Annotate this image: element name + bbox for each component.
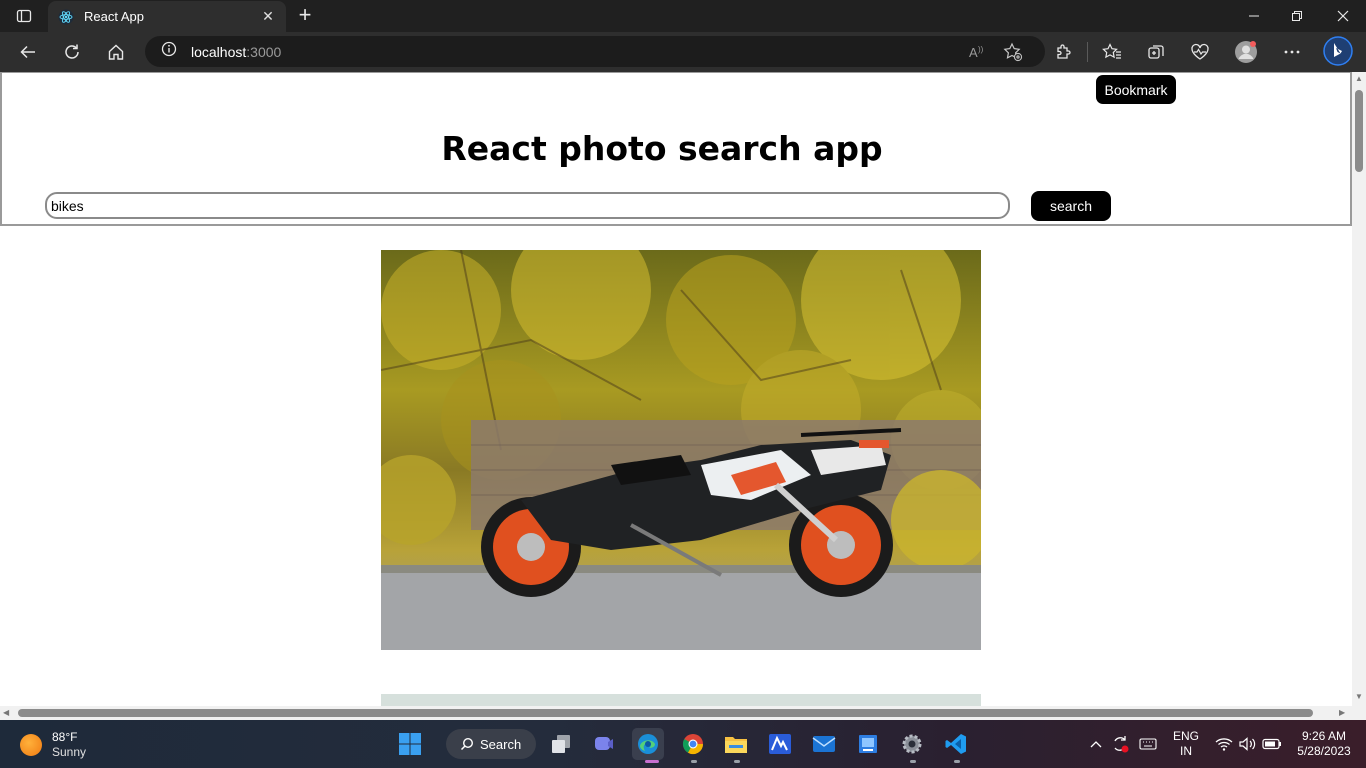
edge-icon[interactable] (632, 728, 664, 760)
horizontal-scrollbar[interactable]: ◀ ▶ (0, 706, 1352, 720)
more-options-icon[interactable] (1280, 40, 1304, 64)
close-window-icon[interactable] (1320, 0, 1366, 32)
bing-copilot-icon[interactable] (1322, 35, 1354, 67)
search-button[interactable]: search (1031, 191, 1111, 221)
explorer-running-indicator (734, 760, 740, 763)
site-info-icon[interactable] (161, 41, 177, 62)
photo-result-bike (381, 250, 981, 650)
clock-date: 5/28/2023 (1297, 744, 1351, 758)
home-icon[interactable] (100, 36, 132, 68)
new-tab-icon[interactable]: + (292, 4, 318, 28)
url-port: :3000 (246, 43, 282, 60)
store-icon[interactable] (852, 728, 884, 760)
browser-title-bar: React App ✕ + (0, 0, 1366, 32)
sun-icon (20, 734, 42, 756)
horizontal-scroll-thumb[interactable] (18, 709, 1313, 717)
scroll-right-icon[interactable]: ▶ (1339, 708, 1345, 717)
app-icon-m[interactable] (764, 728, 796, 760)
bookmark-tooltip: Bookmark (1096, 75, 1176, 104)
vscode-icon[interactable] (940, 728, 972, 760)
tab-title: React App (84, 9, 144, 24)
chrome-icon[interactable] (677, 728, 709, 760)
tab-close-icon[interactable]: ✕ (258, 8, 278, 25)
language-indicator[interactable]: ENG IN (1166, 729, 1206, 759)
weather-temp: 88°F (52, 730, 78, 744)
tab-actions-icon[interactable] (8, 4, 40, 28)
collections-icon[interactable] (1144, 40, 1168, 64)
vscode-running-indicator (954, 760, 960, 763)
scroll-down-icon[interactable]: ▼ (1355, 692, 1363, 701)
chrome-running-indicator (691, 760, 697, 763)
minimize-icon[interactable] (1231, 0, 1277, 32)
url-host: localhost (191, 43, 247, 60)
svg-text:A: A (969, 45, 978, 60)
taskbar-search-button[interactable]: Search (446, 729, 536, 759)
windows-taskbar: 88°F Sunny Search ENG IN 9:26 AM 5/28/20… (0, 720, 1366, 768)
toolbar-divider (1087, 42, 1088, 62)
start-icon[interactable] (394, 728, 426, 760)
web-page: React photo search app search (0, 72, 1352, 706)
taskbar-search-label: Search (480, 736, 522, 752)
back-icon[interactable] (12, 36, 44, 68)
svg-text:)): )) (978, 45, 984, 54)
clock[interactable]: 9:26 AM 5/28/2023 (1290, 729, 1358, 759)
react-logo-icon (58, 9, 74, 25)
photo-result-2-partial (381, 694, 981, 706)
browser-toolbar: localhost:3000 A)) (0, 32, 1366, 72)
volume-icon[interactable] (1236, 728, 1260, 760)
language-line2: IN (1180, 744, 1192, 758)
search-icon (460, 737, 474, 751)
address-bar[interactable]: localhost:3000 (145, 36, 1045, 67)
edge-active-indicator (645, 760, 659, 763)
favorites-icon[interactable] (1100, 40, 1124, 64)
settings-gear-icon[interactable] (896, 728, 928, 760)
tab-react-app[interactable]: React App ✕ (48, 1, 286, 32)
scroll-up-icon[interactable]: ▲ (1355, 74, 1363, 83)
weather-widget[interactable]: 88°F Sunny (20, 730, 86, 760)
vertical-scroll-thumb[interactable] (1355, 90, 1363, 172)
task-view-icon[interactable] (545, 728, 577, 760)
mail-icon[interactable] (808, 728, 840, 760)
language-line1: ENG (1172, 729, 1199, 743)
scrollbar-corner (1352, 706, 1366, 720)
clock-time: 9:26 AM (1301, 729, 1347, 743)
show-hidden-icons-chevron-icon[interactable] (1086, 728, 1106, 760)
search-input[interactable] (45, 192, 1010, 219)
wifi-icon[interactable] (1212, 728, 1236, 760)
vertical-scrollbar[interactable]: ▲ ▼ (1352, 72, 1366, 706)
weather-condition: Sunny (52, 745, 87, 759)
keyboard-icon[interactable] (1136, 728, 1160, 760)
profile-avatar-icon[interactable] (1234, 40, 1258, 64)
read-aloud-icon[interactable]: A)) (965, 40, 989, 64)
add-favorite-icon[interactable] (1001, 40, 1025, 64)
page-title: React photo search app (441, 129, 883, 168)
restore-icon[interactable] (1274, 0, 1320, 32)
extensions-icon[interactable] (1051, 40, 1075, 64)
sync-alert-icon[interactable] (1108, 728, 1132, 760)
battery-icon[interactable] (1260, 728, 1284, 760)
refresh-icon[interactable] (56, 36, 88, 68)
file-explorer-icon[interactable] (720, 728, 752, 760)
browser-essentials-icon[interactable] (1188, 40, 1212, 64)
settings-running-indicator (910, 760, 916, 763)
scroll-left-icon[interactable]: ◀ (3, 708, 9, 717)
teams-chat-icon[interactable] (588, 728, 620, 760)
